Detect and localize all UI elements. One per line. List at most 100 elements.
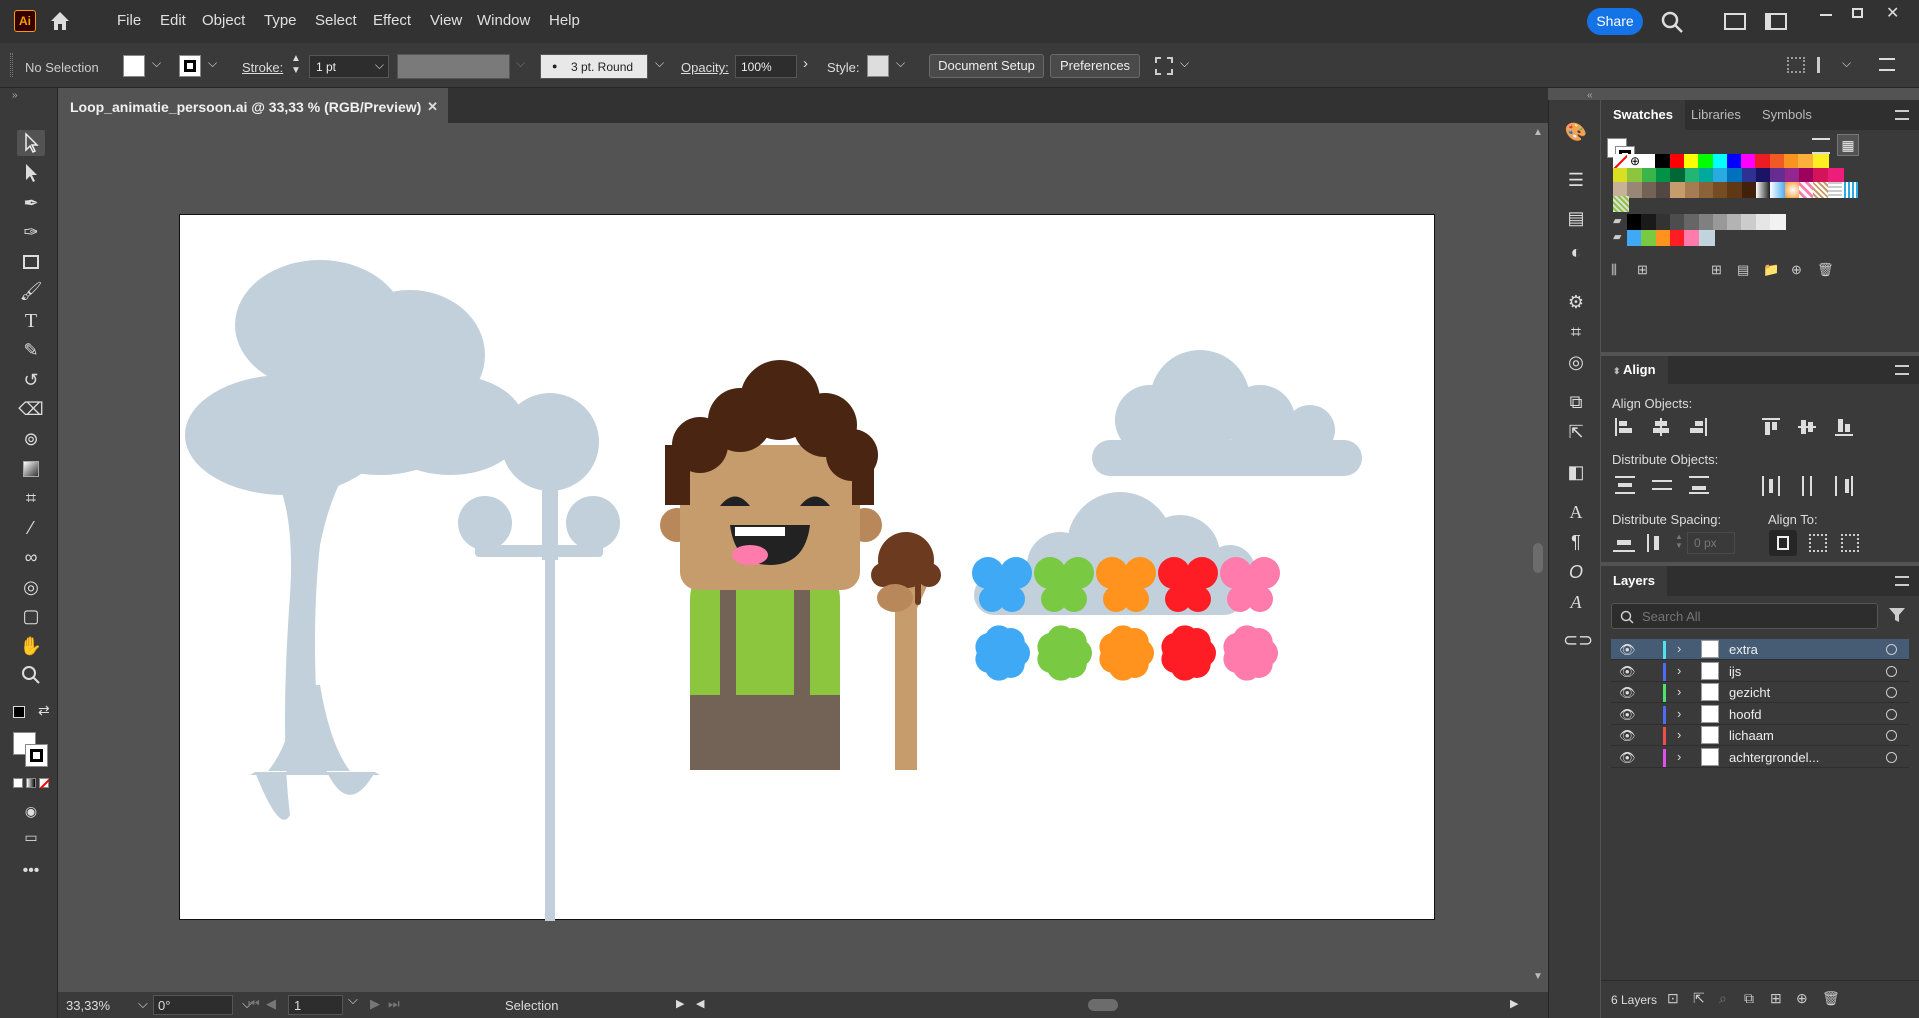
menu-type[interactable]: Type <box>264 12 297 29</box>
pencil-tool-icon[interactable]: ✎ <box>17 337 45 363</box>
next-artboard-icon[interactable]: ▶ <box>370 996 380 1012</box>
tab-swatches[interactable]: Swatches <box>1601 100 1685 130</box>
graphic-style-swatch[interactable] <box>867 55 889 77</box>
align-horizontal-center-icon[interactable] <box>1652 418 1670 436</box>
first-artboard-icon[interactable]: ⏮ <box>248 996 260 1012</box>
fill-swatch[interactable] <box>123 55 145 77</box>
rectangle-tool-icon[interactable] <box>17 249 45 275</box>
tab-symbols[interactable]: Symbols <box>1750 100 1824 130</box>
menu-view[interactable]: View <box>430 12 462 29</box>
home-icon[interactable] <box>48 9 72 33</box>
transform-icon[interactable] <box>1787 57 1805 73</box>
layer-row[interactable]: 👁 › hoofd <box>1611 704 1909 725</box>
align-to-selection-icon[interactable] <box>1809 534 1827 552</box>
search-icon[interactable] <box>1660 10 1684 34</box>
links-panel-icon[interactable]: ⊂⊃ <box>1563 630 1593 654</box>
stroke-stepper[interactable]: ▲ ▼ <box>291 53 301 77</box>
menu-select[interactable]: Select <box>315 12 357 29</box>
stroke-panel-icon[interactable]: ☰ <box>1563 170 1589 194</box>
workspace-icon[interactable] <box>1765 13 1787 30</box>
horizontal-distribute-space-icon[interactable] <box>1647 534 1669 552</box>
vertical-scrollbar[interactable]: ▲ ▼ <box>1528 123 1548 988</box>
artboards-panel-icon[interactable]: ⧉ <box>1563 392 1589 416</box>
collect-for-export-icon[interactable]: ⊡ <box>1667 990 1679 1007</box>
status-menu-icon[interactable]: ▶ <box>676 997 684 1010</box>
document-setup-button[interactable]: Document Setup <box>929 54 1044 78</box>
layer-row[interactable]: 👁 › extra <box>1611 639 1909 660</box>
export-panel-icon[interactable]: ⇱ <box>1563 422 1589 446</box>
align-top-icon[interactable] <box>1762 418 1780 436</box>
collapse-panels-icon[interactable]: « <box>1587 90 1593 101</box>
properties-panel-icon[interactable]: ⚙ <box>1563 292 1589 316</box>
delete-layer-icon[interactable]: 🗑 <box>1822 990 1840 1007</box>
visibility-eye-icon[interactable]: 👁 <box>1619 642 1636 658</box>
scroll-up-icon[interactable]: ▲ <box>1533 127 1543 138</box>
share-button[interactable]: Share <box>1587 8 1643 35</box>
chevron-down-icon[interactable]: ⌵ <box>655 56 664 71</box>
layer-target-icon[interactable] <box>1886 665 1897 677</box>
pen-tool-icon[interactable]: ✒ <box>17 190 45 216</box>
default-fill-stroke-icon[interactable] <box>13 706 25 718</box>
visibility-eye-icon[interactable]: 👁 <box>1619 685 1636 701</box>
layers-search-box[interactable] <box>1611 603 1878 629</box>
vertical-distribute-space-icon[interactable] <box>1613 534 1635 552</box>
chevron-down-icon[interactable]: ⌵ <box>348 992 358 1008</box>
gradient-mode-icon[interactable] <box>26 778 36 788</box>
shape-builder-tool-icon[interactable]: ◎ <box>17 574 45 600</box>
layer-target-icon[interactable] <box>1886 687 1897 698</box>
preferences-button[interactable]: Preferences <box>1050 54 1140 78</box>
swatch-options-icon[interactable]: ▤ <box>1737 262 1749 278</box>
artboard[interactable] <box>179 214 1435 921</box>
layer-name[interactable]: achtergrondel... <box>1729 750 1819 765</box>
chevron-down-icon[interactable]: ⌵ <box>138 996 148 1012</box>
visibility-eye-icon[interactable]: 👁 <box>1619 750 1636 766</box>
layer-name[interactable]: gezicht <box>1729 685 1770 700</box>
minimize-window-icon[interactable] <box>1820 14 1832 16</box>
previous-artboard-icon[interactable]: ◀ <box>266 996 276 1012</box>
menu-edit[interactable]: Edit <box>160 12 186 29</box>
layer-target-icon[interactable] <box>1886 751 1897 763</box>
expand-arrow-icon[interactable]: › <box>1677 727 1681 742</box>
stroke-weight-input[interactable]: 1 pt ⌵ <box>309 55 389 78</box>
close-window-icon[interactable]: ✕ <box>1886 3 1899 23</box>
opacity-input[interactable]: 100% <box>735 55 797 78</box>
artboard-tool-icon[interactable]: ▢ <box>17 603 45 629</box>
align-vertical-center-icon[interactable] <box>1798 418 1816 436</box>
pattern-swatch[interactable] <box>1613 196 1629 212</box>
scroll-left-icon[interactable]: ◀ <box>696 997 704 1010</box>
expand-arrow-icon[interactable]: › <box>1677 706 1681 721</box>
draw-mode-icon[interactable]: ◉ <box>17 798 45 824</box>
spacing-input[interactable]: 0 px <box>1687 532 1735 554</box>
opentype-panel-icon[interactable]: O <box>1563 562 1589 586</box>
scroll-down-icon[interactable]: ▼ <box>1533 971 1543 982</box>
width-tool-icon[interactable]: ⊚ <box>17 426 45 452</box>
edit-toolbar-icon[interactable]: ••• <box>17 858 45 884</box>
chevron-down-icon[interactable]: ⌵ <box>208 56 217 71</box>
opacity-label[interactable]: Opacity: <box>681 60 729 75</box>
color-panel-icon[interactable]: 🎨 <box>1563 122 1589 146</box>
glyphs-panel-icon[interactable]: A <box>1563 592 1589 616</box>
chevron-right-icon[interactable]: › <box>803 55 808 72</box>
last-artboard-icon[interactable]: ⏭ <box>388 996 400 1012</box>
pathfinder-panel-icon[interactable]: ◧ <box>1563 462 1589 486</box>
tab-libraries[interactable]: Libraries <box>1679 100 1753 130</box>
screen-mode-icon[interactable]: ▭ <box>17 824 45 850</box>
blend-tool-icon[interactable]: ∞ <box>17 544 45 570</box>
mesh-tool-icon[interactable]: ⌗ <box>17 485 45 511</box>
swatch[interactable] <box>1698 230 1715 246</box>
align-panel-title[interactable]: ⬍ Align <box>1601 356 1668 384</box>
brush-definition[interactable]: ● 3 pt. Round <box>540 54 648 79</box>
swatch-libraries-icon[interactable]: ⫼ <box>1611 262 1617 278</box>
menu-file[interactable]: File <box>117 12 141 29</box>
paintbrush-tool-icon[interactable]: 🖌 <box>17 278 45 304</box>
layers-panel-title[interactable]: Layers <box>1601 566 1667 596</box>
menu-effect[interactable]: Effect <box>373 12 411 29</box>
layer-target-icon[interactable] <box>1886 644 1897 655</box>
panel-menu-icon[interactable] <box>1895 110 1909 120</box>
layer-row[interactable]: 👁 › achtergrondel... <box>1611 747 1909 768</box>
layers-search-input[interactable] <box>1642 607 1862 625</box>
menu-object[interactable]: Object <box>202 12 245 29</box>
zoom-tool-icon[interactable] <box>17 662 45 688</box>
distribute-left-icon[interactable] <box>1762 476 1780 496</box>
horizontal-scroll-thumb[interactable] <box>1088 999 1118 1011</box>
